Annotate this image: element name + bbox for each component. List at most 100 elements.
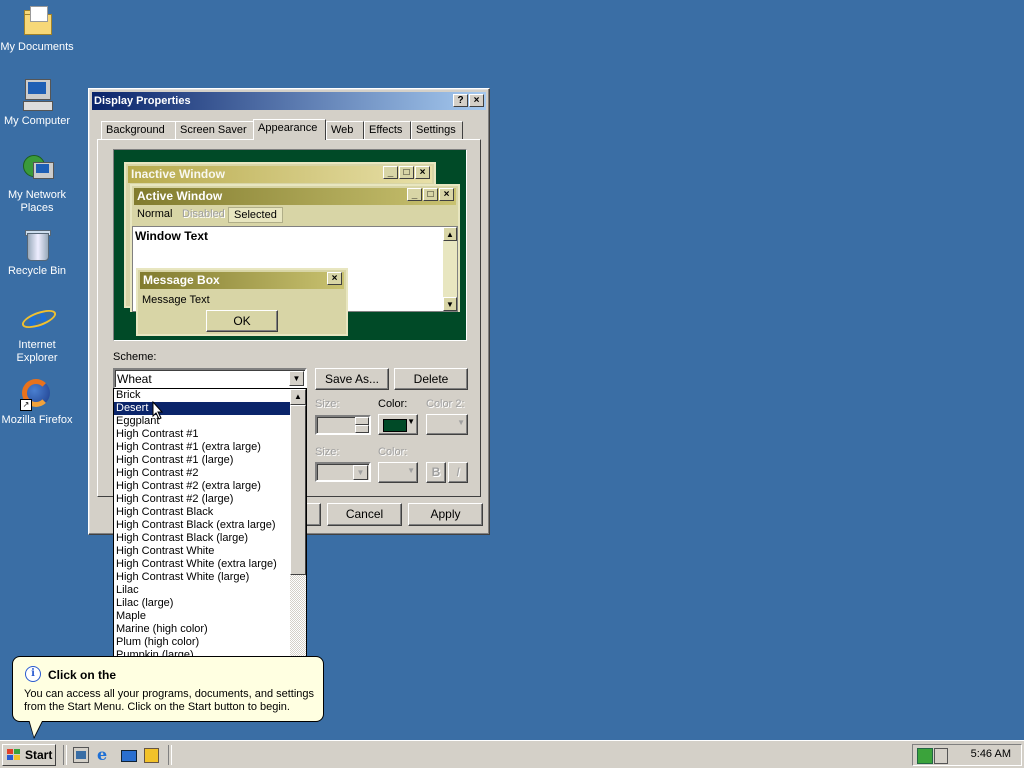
scheme-option[interactable]: High Contrast White	[114, 545, 306, 558]
scheme-option[interactable]: Brick	[114, 389, 306, 402]
desktop-icon-recycle-bin[interactable]: Recycle Bin	[0, 228, 74, 278]
preview-msgbox-title: Message Box	[140, 272, 344, 289]
preview-message-text: Message Text	[142, 294, 210, 306]
desktop-icon-label: My Documents	[0, 41, 74, 53]
tab-effects[interactable]: Effects	[364, 121, 411, 139]
desktop-icon-label: My Computer	[3, 115, 71, 127]
scheme-option[interactable]: High Contrast #2 (large)	[114, 493, 306, 506]
scheme-option[interactable]: High Contrast #1 (large)	[114, 454, 306, 467]
scheme-select-value: Wheat	[117, 372, 152, 386]
scheme-preview[interactable]: Inactive Window _ □ × Active Window _ □ …	[113, 149, 467, 341]
scheme-option[interactable]: High Contrast Black (extra large)	[114, 519, 306, 532]
scheme-option[interactable]: Lilac	[114, 584, 306, 597]
dialog-titlebar[interactable]: Display Properties ? ×	[92, 92, 486, 110]
balloon-text-line2: from the Start Menu. Click on the Start …	[24, 701, 290, 713]
recycle-bin-icon	[20, 228, 54, 262]
item-size-label: Size:	[315, 398, 340, 410]
info-icon: i	[25, 666, 41, 682]
scheme-option[interactable]: High Contrast #2 (extra large)	[114, 480, 306, 493]
scrollbar-thumb[interactable]	[290, 405, 306, 575]
system-tray: 5:46 AM	[912, 744, 1022, 766]
desktop-icon-label: My Network Places	[7, 189, 67, 214]
volume-icon[interactable]	[934, 748, 948, 764]
scheme-option[interactable]: High Contrast Black (large)	[114, 532, 306, 545]
item-color-button[interactable]: ▼	[378, 414, 418, 435]
font-color-button: ▼	[378, 462, 418, 483]
close-icon: ×	[327, 272, 342, 285]
font-size-select: ▼	[315, 462, 371, 482]
media-player-icon[interactable]	[143, 747, 159, 763]
minimize-icon: _	[383, 166, 398, 179]
minimize-icon: _	[407, 188, 422, 201]
font-size-label: Size:	[315, 446, 340, 458]
windows-logo-icon	[7, 749, 21, 761]
apply-button[interactable]: Apply	[408, 503, 483, 526]
scheme-option[interactable]: High Contrast #1	[114, 428, 306, 441]
delete-button[interactable]: Delete	[394, 368, 468, 390]
save-as-button[interactable]: Save As...	[315, 368, 389, 390]
scheme-label: Scheme:	[113, 351, 157, 363]
tab-background[interactable]: Background	[101, 121, 177, 139]
close-button[interactable]: ×	[469, 94, 484, 107]
mouse-cursor-icon	[152, 401, 164, 420]
scheme-option[interactable]: High Contrast #1 (extra large)	[114, 441, 306, 454]
scheme-option[interactable]: Desert	[114, 402, 306, 415]
scheme-option[interactable]: High Contrast White (large)	[114, 571, 306, 584]
desktop-icon-label: Recycle Bin	[7, 265, 67, 277]
scheme-option[interactable]: Marine (high color)	[114, 623, 306, 636]
spinner-down-icon	[355, 425, 369, 433]
scheme-option[interactable]: High Contrast #2	[114, 467, 306, 480]
network-icon[interactable]	[917, 748, 933, 764]
scroll-up-icon[interactable]: ▲	[290, 389, 306, 405]
italic-button: I	[448, 462, 468, 483]
scheme-select[interactable]: Wheat ▼	[113, 368, 307, 389]
start-balloon-tip[interactable]: i Click on the You can access all your p…	[12, 656, 324, 722]
scheme-option[interactable]: Maple	[114, 610, 306, 623]
preview-menu-normal: Normal	[137, 208, 173, 220]
show-desktop-icon[interactable]	[73, 747, 89, 763]
scheme-option[interactable]: Eggplant	[114, 415, 306, 428]
chevron-down-icon: ▼	[407, 466, 415, 475]
scheme-items: Brick Desert Eggplant High Contrast #1 High …	[114, 389, 306, 687]
internet-explorer-icon: e	[19, 302, 59, 336]
scheme-option[interactable]: High Contrast Black	[114, 506, 306, 519]
scheme-option[interactable]: High Contrast White (extra large)	[114, 558, 306, 571]
scheme-dropdown-list[interactable]: Brick Desert Eggplant High Contrast #1 High …	[113, 388, 307, 688]
scheme-option[interactable]: Lilac (large)	[114, 597, 306, 610]
preview-menu-selected: Selected	[228, 207, 283, 223]
tab-web[interactable]: Web	[326, 121, 364, 139]
outlook-express-icon[interactable]	[120, 747, 137, 763]
tab-settings[interactable]: Settings	[411, 121, 463, 139]
desktop-icon-my-computer[interactable]: My Computer	[0, 78, 74, 128]
chevron-down-icon: ▼	[353, 465, 368, 480]
desktop-icon-firefox[interactable]: ↗ Mozilla Firefox	[0, 377, 74, 427]
scheme-list-scrollbar[interactable]: ▲ ▼	[290, 389, 306, 687]
firefox-icon: ↗	[20, 377, 54, 411]
balloon-title: Click on the	[48, 668, 117, 682]
desktop-icon-label: Mozilla Firefox	[1, 414, 73, 426]
desktop-icon-label: Internet Explorer	[16, 339, 58, 364]
start-button[interactable]: Start	[2, 744, 56, 766]
scheme-option[interactable]: Plum (high color)	[114, 636, 306, 649]
help-button[interactable]: ?	[453, 94, 468, 107]
tab-appearance[interactable]: Appearance	[253, 119, 326, 140]
chevron-down-icon[interactable]: ▼	[289, 371, 304, 386]
desktop-icon-network-places[interactable]: My Network Places	[0, 152, 74, 215]
internet-explorer-icon[interactable]: e	[97, 747, 113, 763]
tab-screen-saver[interactable]: Screen Saver	[175, 121, 255, 139]
cancel-button[interactable]: Cancel	[327, 503, 402, 526]
maximize-icon: □	[399, 166, 414, 179]
balloon-tail-fill	[29, 719, 43, 737]
maximize-icon: □	[423, 188, 438, 201]
taskbar-separator	[168, 745, 172, 765]
start-label: Start	[25, 748, 53, 762]
my-computer-icon	[20, 78, 54, 112]
balloon-text-line1: You can access all your programs, docume…	[24, 688, 315, 700]
chevron-down-icon: ▼	[407, 417, 415, 426]
clock[interactable]: 5:46 AM	[971, 748, 1011, 760]
quicklaunch-separator	[63, 745, 67, 765]
color-swatch	[383, 419, 407, 432]
desktop-icon-internet-explorer[interactable]: e Internet Explorer	[0, 302, 74, 365]
desktop-icon-my-documents[interactable]: My Documents	[0, 4, 74, 54]
preview-scrollbar: ▲ ▼	[443, 227, 457, 311]
